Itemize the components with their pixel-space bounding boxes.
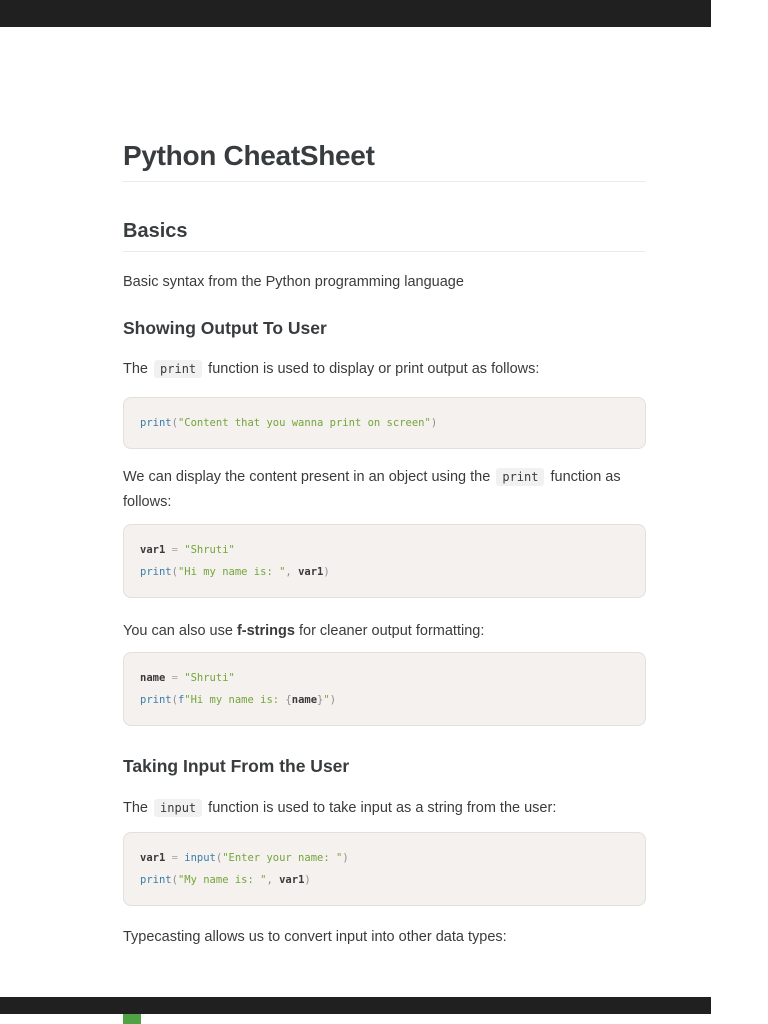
- paragraph-input-intro: The input function is used to take input…: [123, 796, 645, 821]
- code-token-pu: ): [323, 566, 329, 578]
- code-token-st: "Shruti": [184, 544, 235, 556]
- text-run: function is used to take input as a stri…: [204, 800, 556, 816]
- code-line: print("Hi my name is: ", var1): [140, 561, 629, 583]
- text-run: The: [123, 361, 152, 377]
- code-line: name = "Shruti": [140, 667, 629, 689]
- text-run: function as: [546, 469, 620, 485]
- code-token-pu: ): [431, 417, 437, 429]
- text-run: Typecasting allows us to convert input i…: [123, 929, 507, 945]
- code-block-var-print: var1 = "Shruti"print("Hi my name is: ", …: [123, 524, 646, 598]
- text-run: We can display the content present in an…: [123, 469, 494, 485]
- subsection-heading-taking-input: Taking Input From the User: [123, 756, 645, 777]
- code-token-va: name: [292, 694, 317, 706]
- page-title: Python CheatSheet: [123, 140, 645, 172]
- paragraph-print-intro: The print function is used to display or…: [123, 357, 645, 382]
- code-line: var1 = input("Enter your name: "): [140, 847, 629, 869]
- viewer-top-gap: [0, 0, 711, 27]
- divider: [123, 251, 645, 252]
- code-token-pu: ,: [266, 874, 279, 886]
- code-token-pu: ,: [285, 566, 298, 578]
- next-page-peek-accent: [123, 1014, 141, 1024]
- code-token-st: "Enter your name: ": [222, 852, 342, 864]
- code-token-pu: ): [342, 852, 348, 864]
- paragraph-typecasting: Typecasting allows us to convert input i…: [123, 925, 645, 950]
- inline-code: print: [154, 360, 202, 378]
- section-heading-basics: Basics: [123, 220, 645, 243]
- code-token-pu: ): [304, 874, 310, 886]
- subsection-heading-showing-output: Showing Output To User: [123, 318, 645, 339]
- code-block-print-basic: print("Content that you wanna print on s…: [123, 397, 646, 449]
- code-token-fn: input: [184, 852, 216, 864]
- text-run: Basic syntax from the Python programming…: [123, 274, 464, 290]
- code-token-fn: print: [140, 694, 172, 706]
- paragraph-intro: Basic syntax from the Python programming…: [123, 270, 645, 295]
- code-token-va: name: [140, 672, 165, 684]
- inline-code: print: [496, 468, 544, 486]
- code-line: print(f"Hi my name is: {name}"): [140, 689, 629, 711]
- text-run: function is used to display or print out…: [204, 361, 539, 377]
- code-line: print("My name is: ", var1): [140, 869, 629, 891]
- text-run: for cleaner output formatting:: [295, 623, 484, 639]
- paragraph-object-display: We can display the content present in an…: [123, 465, 645, 515]
- bold-text: f-strings: [237, 623, 295, 639]
- code-token-va: var1: [140, 544, 165, 556]
- paragraph-fstrings: You can also use f-strings for cleaner o…: [123, 619, 645, 644]
- text-run: The: [123, 800, 152, 816]
- code-block-fstring: name = "Shruti"print(f"Hi my name is: {n…: [123, 652, 646, 726]
- code-token-op: =: [165, 852, 184, 864]
- code-token-va: var1: [298, 566, 323, 578]
- code-token-st: "Content that you wanna print on screen": [178, 417, 431, 429]
- code-token-st: "My name is: ": [178, 874, 267, 886]
- code-token-st: "Hi my name is:: [184, 694, 285, 706]
- code-token-pu: ): [330, 694, 336, 706]
- code-block-input-cast: var1 = input("Enter your name: ")print("…: [123, 832, 646, 906]
- code-token-op: =: [165, 672, 184, 684]
- code-token-fn: print: [140, 566, 172, 578]
- code-token-op: =: [165, 544, 184, 556]
- code-token-fn: print: [140, 874, 172, 886]
- text-run: follows:: [123, 494, 171, 510]
- code-token-va: var1: [140, 852, 165, 864]
- code-token-st: "Shruti": [184, 672, 235, 684]
- code-token-st: "Hi my name is: ": [178, 566, 285, 578]
- divider: [123, 181, 645, 182]
- viewer-bottom-gap: [0, 997, 711, 1014]
- code-token-fn: print: [140, 417, 172, 429]
- code-token-va: var1: [279, 874, 304, 886]
- code-line: var1 = "Shruti": [140, 539, 629, 561]
- code-line: print("Content that you wanna print on s…: [140, 412, 629, 434]
- text-run: You can also use: [123, 623, 237, 639]
- inline-code: input: [154, 799, 202, 817]
